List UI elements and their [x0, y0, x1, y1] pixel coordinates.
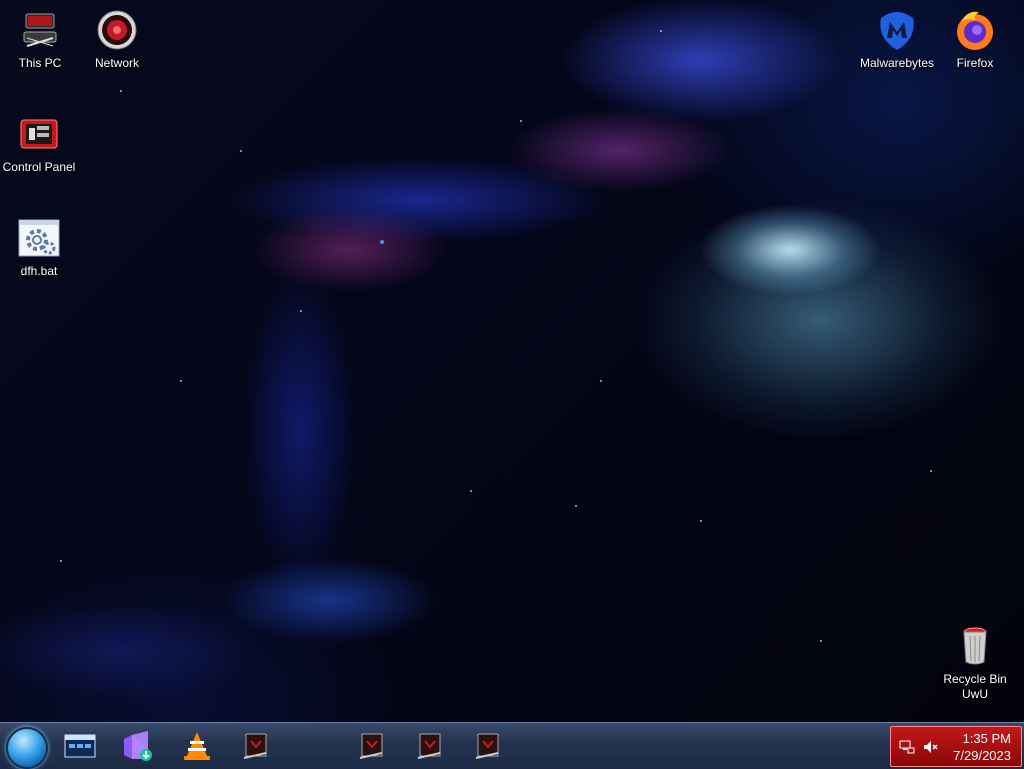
star [240, 150, 242, 152]
recycle-bin-icon [963, 627, 987, 665]
network-status-icon[interactable] [899, 740, 915, 754]
star [600, 380, 602, 382]
app-window-icon [417, 733, 441, 759]
star [120, 90, 122, 92]
desktop-icon-label: Network [94, 56, 139, 70]
desktop-icon-firefox[interactable]: Firefox [937, 8, 1013, 71]
desktop-icon-network[interactable]: Network [79, 8, 155, 71]
computer-icon [23, 13, 57, 47]
star [520, 120, 522, 122]
star [180, 380, 182, 382]
firefox-icon [957, 11, 993, 50]
app-window-icon [359, 733, 383, 759]
batch-file-icon [18, 219, 60, 257]
window-app-icon [64, 734, 96, 758]
star [820, 640, 822, 642]
desktop-icon-dfh-bat[interactable]: dfh.bat [1, 216, 77, 279]
star [930, 470, 932, 472]
taskbar-app-visual-studio-installer[interactable] [120, 729, 154, 763]
desktop-icon-recycle-bin[interactable]: Recycle Bin UwU [937, 624, 1013, 702]
desktop-icon-label: dfh.bat [20, 264, 58, 278]
desktop-icon-control-panel[interactable]: Control Panel [1, 112, 77, 175]
taskbar: 1:35 PM 7/29/2023 [0, 722, 1024, 769]
taskbar-app-window-3[interactable] [412, 729, 446, 763]
malwarebytes-icon [880, 12, 914, 50]
system-tray[interactable]: 1:35 PM 7/29/2023 [890, 726, 1022, 767]
control-panel-icon [20, 119, 58, 149]
star [380, 240, 384, 244]
network-icon [97, 10, 137, 50]
desktop[interactable]: This PC Network Control Panel dfh.bat Ma… [0, 0, 1024, 722]
taskbar-app-window-2[interactable] [354, 729, 388, 763]
app-window-icon [243, 733, 267, 759]
taskbar-app-window[interactable] [63, 729, 97, 763]
desktop-icon-label: This PC [18, 56, 62, 70]
volume-muted-icon[interactable] [923, 740, 939, 754]
desktop-icon-malwarebytes[interactable]: Malwarebytes [859, 8, 935, 71]
star [470, 490, 472, 492]
desktop-icon-this-pc[interactable]: This PC [2, 8, 78, 71]
desktop-icon-label: Firefox [956, 56, 994, 70]
app-window-icon [475, 733, 499, 759]
taskbar-app-window-4[interactable] [470, 729, 504, 763]
clock-date[interactable]: 7/29/2023 [953, 748, 1011, 763]
desktop-icon-label: Malwarebytes [859, 56, 935, 70]
taskbar-app-vlc[interactable] [180, 729, 214, 763]
star [700, 520, 702, 522]
start-button[interactable] [6, 727, 48, 769]
taskbar-app-window-1[interactable] [238, 729, 272, 763]
star [60, 560, 62, 562]
star [575, 505, 577, 507]
visual-studio-installer-icon [124, 731, 152, 761]
vlc-icon [184, 732, 210, 760]
star [660, 30, 662, 32]
clock-time[interactable]: 1:35 PM [963, 731, 1011, 746]
star [300, 310, 302, 312]
desktop-icon-label: Control Panel [2, 160, 76, 174]
desktop-icon-label: Recycle Bin UwU [943, 672, 1007, 701]
